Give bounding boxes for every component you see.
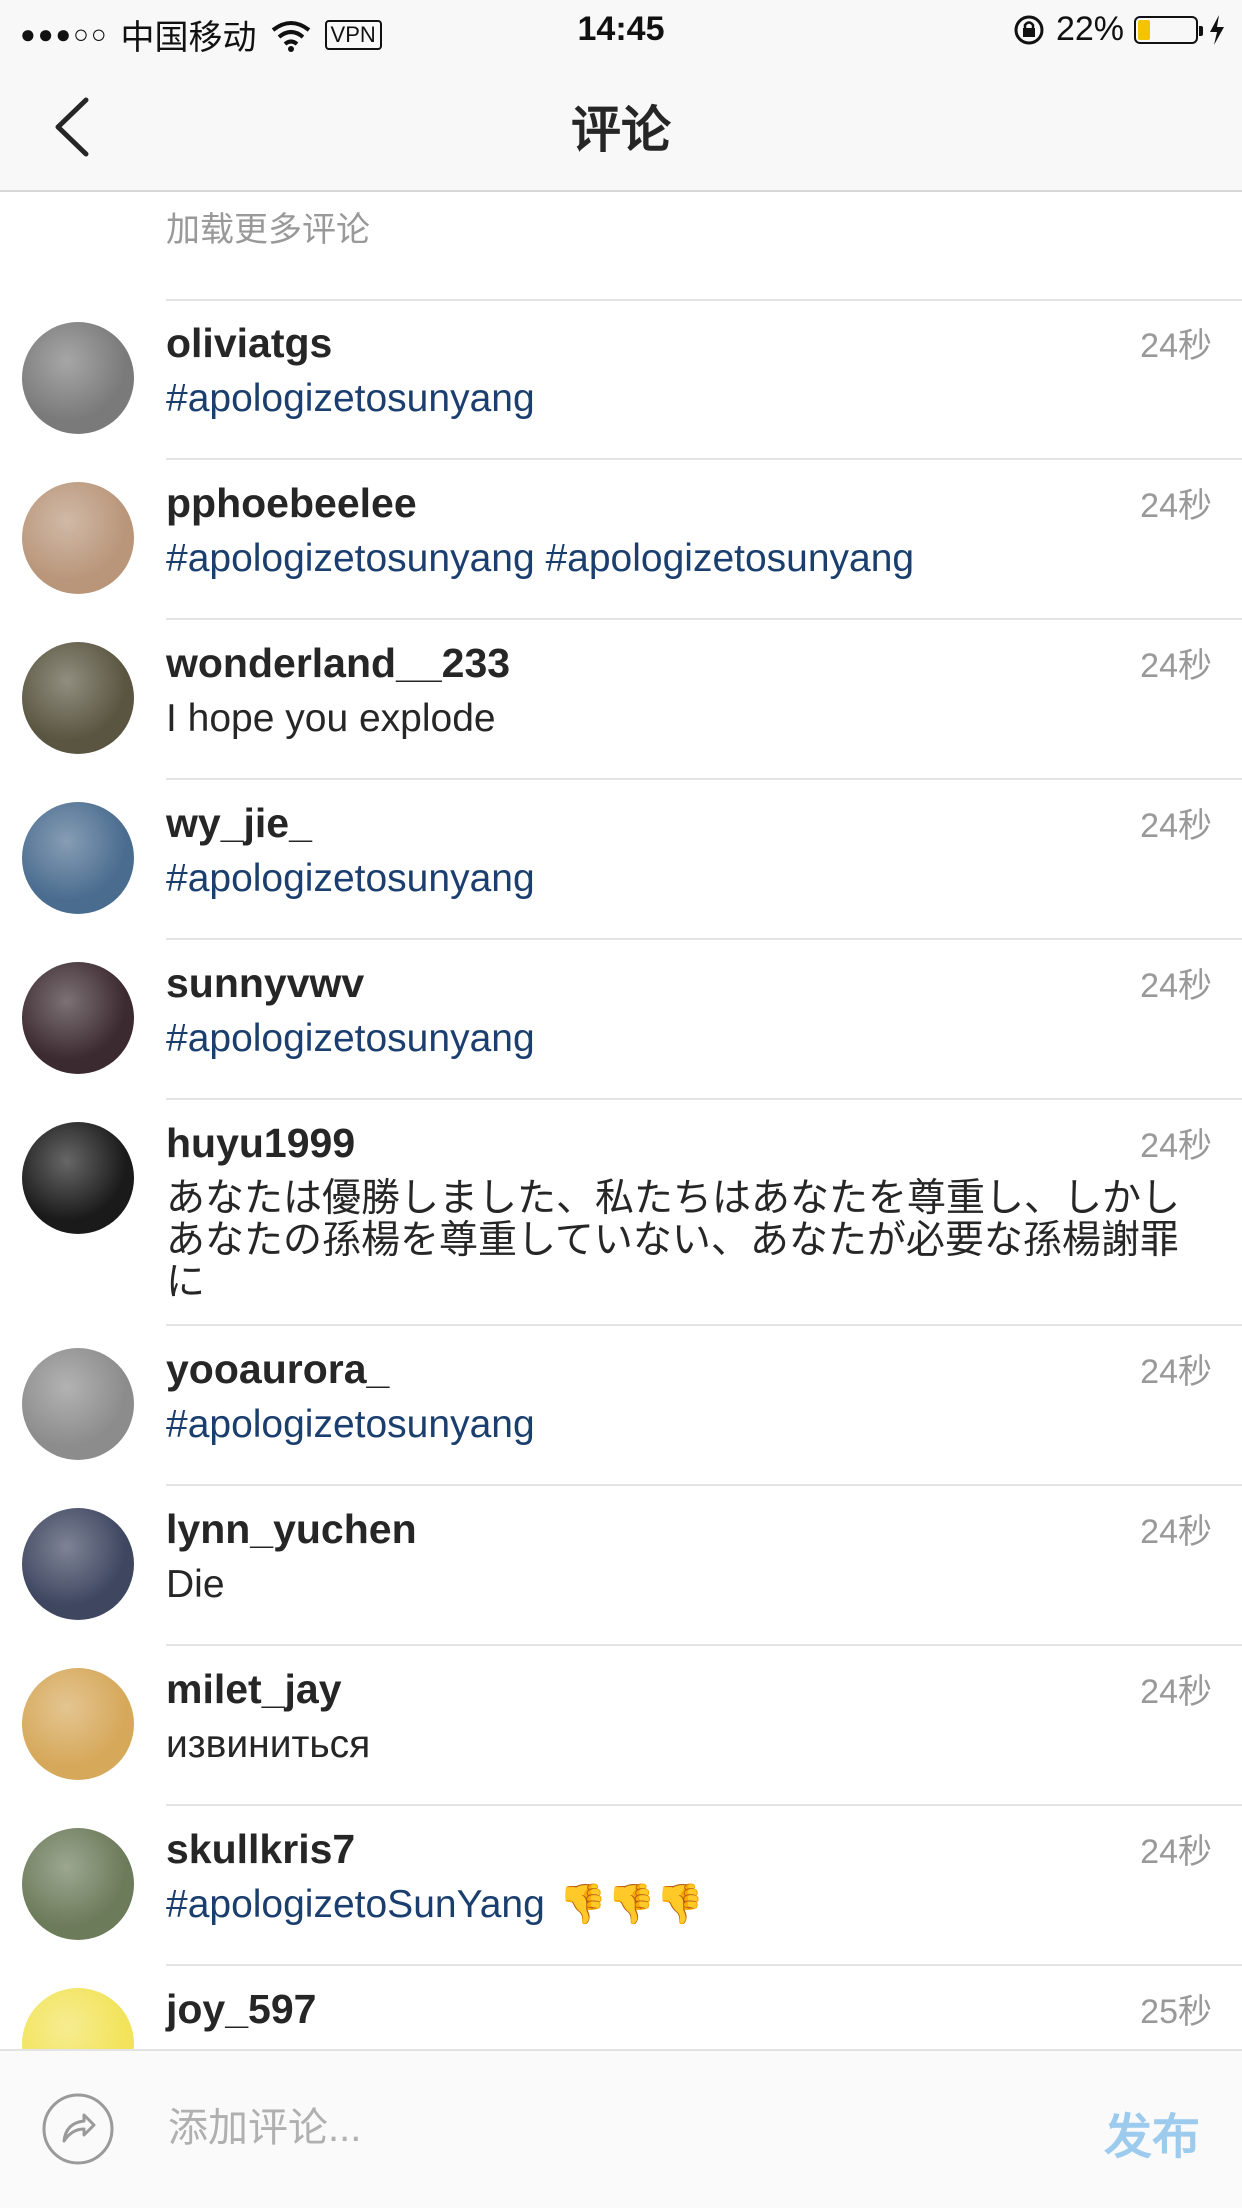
comment-username[interactable]: pphoebeelee xyxy=(166,480,417,527)
battery-percent: 22% xyxy=(1055,10,1124,48)
status-bar: ●●●○○ 中国移动 VPN 14:45 22% xyxy=(0,0,1242,60)
comment-timestamp: 24秒 xyxy=(1140,967,1212,1005)
comment-username[interactable]: wonderland__233 xyxy=(166,640,510,687)
comment-text-content: извиниться xyxy=(166,1723,371,1766)
comment-text: Die xyxy=(166,1564,1186,1606)
avatar[interactable] xyxy=(22,642,134,754)
avatar[interactable] xyxy=(22,482,134,594)
comment-text[interactable]: #apologizetosunyang #apologizetosunyang xyxy=(166,538,1186,580)
avatar[interactable] xyxy=(22,802,134,914)
avatar[interactable] xyxy=(22,1668,134,1780)
comment-row[interactable]: wy_jie_ 24秒 #apologizetosunyang xyxy=(0,780,1242,940)
comment-username[interactable]: yooaurora_ xyxy=(166,1346,389,1393)
avatar[interactable] xyxy=(22,1508,134,1620)
comment-text[interactable]: #apologizetosunyang xyxy=(166,1404,1186,1446)
comment-row[interactable]: skullkris7 24秒 #apologizetoSunYang 👎👎👎 xyxy=(0,1806,1242,1966)
comment-text-content: #apologizetosunyang xyxy=(166,377,535,420)
avatar[interactable] xyxy=(22,1122,134,1234)
comment-text-content: Die xyxy=(166,1563,225,1606)
comment-username[interactable]: wy_jie_ xyxy=(166,800,312,847)
comment-timestamp: 25秒 xyxy=(1140,1993,1212,2031)
comment-text: あなたは優勝しました、私たちはあなたを尊重し、しかしあなたの孫楊を尊重していない… xyxy=(166,1178,1186,1304)
share-arrow-icon[interactable] xyxy=(40,2091,116,2167)
comment-input[interactable] xyxy=(166,2097,1030,2159)
comment-username[interactable]: sunnyvwv xyxy=(166,960,364,1007)
avatar[interactable] xyxy=(22,1828,134,1940)
comment-row[interactable]: milet_jay 24秒 извиниться xyxy=(0,1646,1242,1806)
comment-username[interactable]: milet_jay xyxy=(166,1666,342,1713)
comment-timestamp: 24秒 xyxy=(1140,647,1212,685)
comment-row[interactable]: sunnyvwv 24秒 #apologizetosunyang xyxy=(0,940,1242,1100)
comment-row[interactable]: wonderland__233 24秒 I hope you explode xyxy=(0,620,1242,780)
comment-row[interactable]: joy_597 25秒 xyxy=(0,1966,1242,2049)
avatar[interactable] xyxy=(22,962,134,1074)
charging-bolt-icon xyxy=(1210,14,1224,45)
comment-text-content: #apologizetosunyang #apologizetosunyang xyxy=(166,537,915,580)
battery-fill xyxy=(1138,19,1150,40)
comment-timestamp: 24秒 xyxy=(1140,1127,1212,1165)
comment-timestamp: 24秒 xyxy=(1140,807,1212,845)
comment-username[interactable]: huyu1999 xyxy=(166,1120,355,1167)
comment-composer: 发布 xyxy=(0,2049,1242,2208)
comment-text[interactable]: #apologizetosunyang xyxy=(166,1018,1186,1060)
comment-text-content: #apologizetosunyang xyxy=(166,1017,535,1060)
comment-username[interactable]: lynn_yuchen xyxy=(166,1506,417,1553)
comment-row[interactable]: lynn_yuchen 24秒 Die xyxy=(0,1486,1242,1646)
page-title: 评论 xyxy=(571,102,671,158)
comment-row[interactable]: huyu1999 24秒あなたは優勝しました、私たちはあなたを尊重し、しかしあなた… xyxy=(0,1100,1242,1326)
comment-text: I hope you explode xyxy=(166,698,1186,740)
comment-text-content: I hope you explode xyxy=(166,697,496,740)
top-bar: ●●●○○ 中国移动 VPN 14:45 22% 评论 xyxy=(0,0,1242,192)
comment-text-content: #apologizetoSunYang xyxy=(166,1883,545,1926)
comment-text-content: あなたは優勝しました、私たちはあなたを尊重し、しかしあなたの孫楊を尊重していない… xyxy=(166,1177,1181,1304)
battery-icon xyxy=(1134,15,1203,44)
thumbs-down-emoji-icon: 👎👎👎 xyxy=(558,1883,705,1926)
comment-username[interactable]: joy_597 xyxy=(166,1986,316,2033)
avatar[interactable] xyxy=(22,1988,134,2049)
comment-timestamp: 24秒 xyxy=(1140,487,1212,525)
comment-row[interactable]: yooaurora_ 24秒 #apologizetosunyang xyxy=(0,1326,1242,1486)
avatar[interactable] xyxy=(22,1348,134,1460)
avatar[interactable] xyxy=(22,322,134,434)
post-button[interactable]: 发布 xyxy=(1104,2097,1200,2167)
comment-text[interactable]: #apologizetosunyang xyxy=(166,858,1186,900)
comment-text: извиниться xyxy=(166,1724,1186,1766)
comment-timestamp: 24秒 xyxy=(1140,327,1212,365)
comment-text-content: #apologizetosunyang xyxy=(166,857,535,900)
comment-timestamp: 24秒 xyxy=(1140,1353,1212,1391)
comment-text-content: #apologizetosunyang xyxy=(166,1403,535,1446)
comment-text[interactable]: #apologizetosunyang xyxy=(166,378,1186,420)
comment-row[interactable]: pphoebeelee 24秒 #apologizetosunyang #apolo… xyxy=(0,460,1242,620)
comment-text[interactable]: #apologizetoSunYang 👎👎👎 xyxy=(166,1884,1186,1926)
comment-username[interactable]: oliviatgs xyxy=(166,320,332,367)
comment-row[interactable]: oliviatgs 24秒 #apologizetosunyang xyxy=(0,300,1242,460)
comment-timestamp: 24秒 xyxy=(1140,1673,1212,1711)
comment-timestamp: 24秒 xyxy=(1140,1513,1212,1551)
rotation-lock-icon xyxy=(1014,15,1044,44)
load-more-comments[interactable]: 加载更多评论 xyxy=(166,202,370,251)
comments-list[interactable]: 加载更多评论 oliviatgs 24秒 #apologizetosunyang pp… xyxy=(0,192,1242,2049)
comment-timestamp: 24秒 xyxy=(1140,1833,1212,1871)
comment-username[interactable]: skullkris7 xyxy=(166,1826,355,1873)
